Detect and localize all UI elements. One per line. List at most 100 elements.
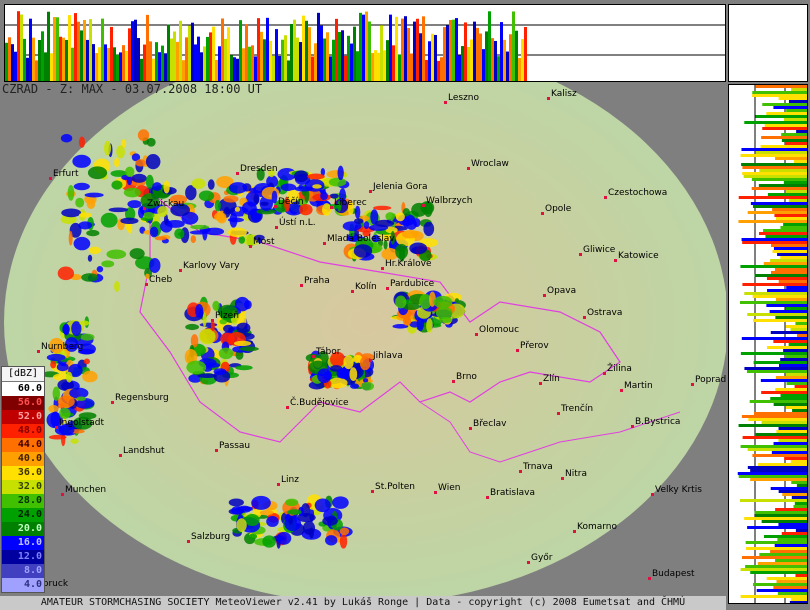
- profile-row: [790, 598, 807, 601]
- profile-column: [200, 52, 203, 81]
- profile-column: [431, 33, 434, 81]
- profile-row: [761, 421, 807, 424]
- profile-column: [122, 45, 125, 81]
- city-label: Komarno: [577, 522, 617, 532]
- profile-column: [332, 39, 335, 81]
- echo-cell: [280, 183, 297, 192]
- profile-row: [786, 355, 807, 358]
- city-marker: [187, 540, 190, 543]
- profile-column: [464, 22, 467, 81]
- city-label: Opava: [547, 286, 576, 296]
- echo-cell: [214, 199, 221, 212]
- profile-column: [434, 34, 437, 81]
- profile-row: [762, 127, 807, 130]
- profile-row: [763, 229, 807, 232]
- profile-column: [77, 21, 80, 81]
- city-label: Passau: [219, 441, 250, 451]
- city-marker: [275, 226, 278, 229]
- echo-cell: [46, 353, 66, 361]
- city-label: Martin: [624, 381, 653, 391]
- profile-row: [752, 205, 807, 208]
- profile-row: [739, 499, 807, 502]
- profile-row: [795, 574, 807, 577]
- profile-row: [785, 373, 807, 376]
- echo-cell: [395, 295, 407, 309]
- echo-cell: [73, 182, 90, 191]
- profile-row: [744, 367, 807, 370]
- echo-cell: [120, 217, 139, 225]
- profile-column: [428, 41, 431, 81]
- profile-column: [260, 31, 263, 81]
- profile-column: [377, 52, 380, 81]
- legend-rows: 60.0 56.0 52.0 48.0 44.0 40.0 36.0 32.0 28.0 24.0…: [2, 382, 44, 592]
- echo-cell: [332, 496, 349, 509]
- echo-cell: [234, 206, 241, 212]
- profile-row: [745, 565, 807, 568]
- profile-column: [365, 11, 368, 82]
- legend-level: 32.0: [2, 480, 44, 494]
- profile-column: [269, 40, 272, 81]
- profile-row: [791, 496, 807, 499]
- city-marker: [286, 406, 289, 409]
- profile-row: [793, 505, 807, 508]
- profile-column: [326, 32, 329, 81]
- echo-cell: [244, 300, 252, 310]
- echo-cell: [127, 200, 142, 209]
- profile-column: [320, 25, 323, 81]
- corner-panel: [728, 4, 808, 82]
- profile-row: [770, 487, 807, 490]
- echo-cell: [227, 217, 245, 223]
- profile-column: [524, 26, 527, 81]
- dbz-legend: [dBZ] 60.0 56.0 52.0 48.0 44.0 40.0 36.0 32.0 28…: [1, 366, 45, 593]
- city-label: Karlovy Vary: [183, 261, 240, 271]
- profile-column: [149, 41, 152, 81]
- city-label: Plzeň: [215, 310, 239, 321]
- echo-cell: [48, 405, 59, 413]
- echo-cell: [103, 140, 112, 156]
- legend-level: 48.0: [2, 424, 44, 438]
- city-marker: [547, 97, 550, 100]
- echo-cell: [228, 227, 247, 238]
- profile-column: [497, 56, 500, 81]
- profile-row: [784, 142, 807, 145]
- profile-row: [755, 433, 807, 436]
- echo-cell: [111, 180, 123, 190]
- profile-column: [359, 12, 362, 81]
- profile-column: [500, 22, 503, 81]
- city-label: Czestochowa: [608, 188, 667, 198]
- profile-row: [740, 568, 807, 571]
- profile-row: [796, 130, 807, 133]
- profile-column: [476, 27, 479, 81]
- echo-cell: [86, 198, 96, 209]
- echo-cell: [266, 516, 279, 527]
- profile-row: [770, 271, 807, 274]
- echo-cell: [354, 218, 364, 224]
- profile-column: [518, 58, 521, 81]
- profile-row: [777, 538, 807, 541]
- profile-row: [755, 115, 807, 118]
- echo-cell: [190, 224, 210, 230]
- profile-row: [741, 163, 807, 166]
- profile-row: [761, 391, 807, 394]
- city-marker: [486, 496, 489, 499]
- profile-row: [795, 529, 807, 532]
- city-label: Dresden: [240, 164, 278, 174]
- echo-cell: [57, 395, 75, 408]
- profile-row: [792, 409, 807, 412]
- profile-row: [774, 544, 807, 547]
- profile-row: [742, 172, 807, 175]
- city-marker: [369, 190, 372, 193]
- echo-cell: [210, 320, 215, 332]
- profile-column: [203, 46, 206, 81]
- echo-cell: [197, 373, 218, 379]
- echo-cell: [125, 166, 135, 178]
- city-marker: [369, 359, 372, 362]
- profile-column: [317, 12, 320, 81]
- profile-column: [161, 45, 164, 81]
- radar-map[interactable]: Leszno Kalisz Erfurt Wroclaw Dresden Jelenia …: [0, 40, 728, 604]
- legend-level: 12.0: [2, 550, 44, 564]
- profile-row: [776, 217, 807, 220]
- city-marker: [614, 259, 617, 262]
- echo-cell: [61, 208, 82, 218]
- echo-cell: [288, 516, 293, 525]
